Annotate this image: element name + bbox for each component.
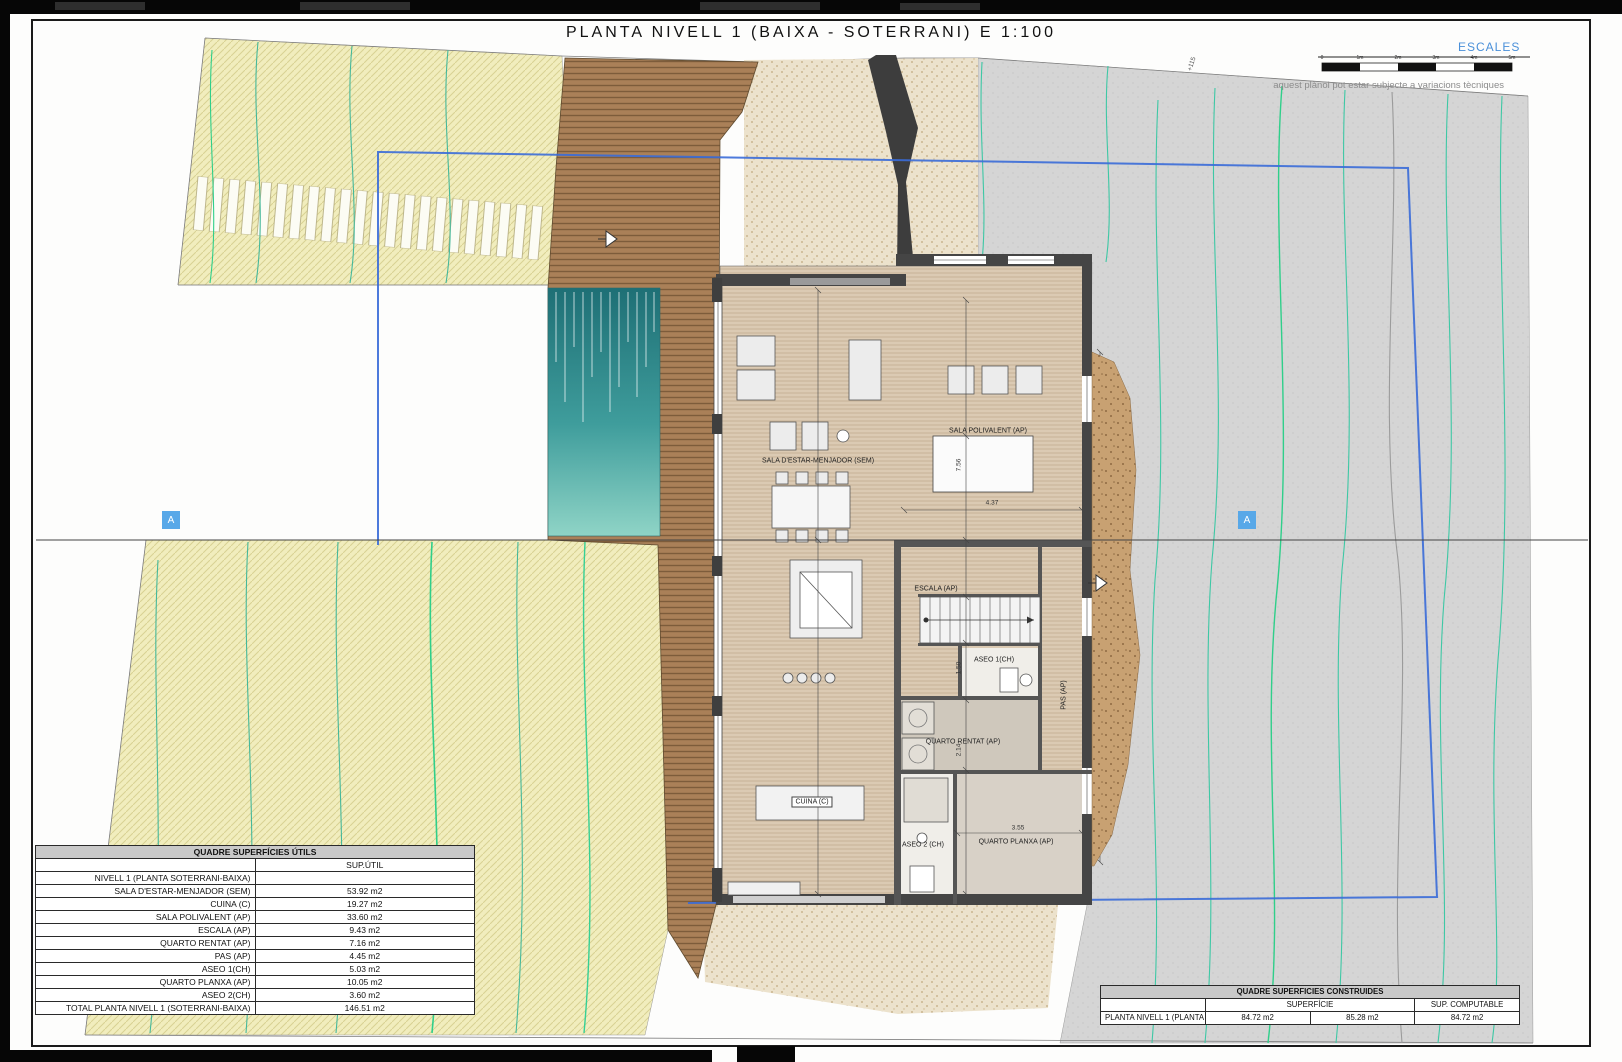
section-marker-a-right: A bbox=[1238, 511, 1256, 529]
scales-heading: ESCALES bbox=[1458, 40, 1520, 54]
swimming-pool bbox=[548, 288, 660, 536]
room-label-cuina: CUINA (C) bbox=[791, 797, 832, 808]
dimension-text: 7.56 bbox=[956, 459, 963, 472]
dimension-text: 3.55 bbox=[1012, 825, 1025, 832]
built-areas-table: QUADRE SUPERFICIES CONSTRUIDES SUPERFÍCI… bbox=[1100, 985, 1520, 1025]
table-title: QUADRE SUPERFICIES CONSTRUIDES bbox=[1101, 986, 1520, 999]
column-header: SUPERFÍCIE bbox=[1205, 999, 1415, 1012]
room-label-sala-polivalent: SALA POLIVALENT (AP) bbox=[949, 428, 1027, 435]
room-label-aseo1: ASEO 1(CH) bbox=[974, 657, 1014, 664]
room-label-aseo2: ASEO 2 (CH) bbox=[902, 842, 944, 849]
scale-tick: 3m bbox=[1433, 55, 1440, 61]
scale-tick: 0 bbox=[1321, 55, 1324, 61]
building-floorplan bbox=[712, 254, 1103, 905]
scale-tick: 1m bbox=[1357, 55, 1364, 61]
column-header: SUP. COMPUTABLE bbox=[1415, 999, 1520, 1012]
table-row: SALA D'ESTAR-MENJADOR (SEM)53.92 m2 bbox=[36, 885, 475, 898]
table-row: ESCALA (AP)9.43 m2 bbox=[36, 924, 475, 937]
table-row: ASEO 1(CH)5.03 m2 bbox=[36, 963, 475, 976]
room-label-quarto-rentat: QUARTO RENTAT (AP) bbox=[926, 739, 1000, 746]
table-row: QUARTO RENTAT (AP)7.16 m2 bbox=[36, 937, 475, 950]
dimension-text: 4.37 bbox=[986, 500, 999, 507]
column-header: SUP.ÚTIL bbox=[255, 859, 475, 872]
empty-cell bbox=[1101, 999, 1206, 1012]
dimension-text: 2.14 bbox=[956, 744, 963, 757]
empty-cell bbox=[36, 859, 256, 872]
dimension-text: 1.50 bbox=[956, 662, 963, 675]
table-row: ASEO 2(CH)3.60 m2 bbox=[36, 989, 475, 1002]
disclaimer-note: aquest plànol pot estar subjecte a varia… bbox=[1228, 80, 1504, 91]
table-row: NIVELL 1 (PLANTA SOTERRANI-BAIXA) bbox=[36, 872, 475, 885]
table-row: QUARTO PLANXA (AP)10.05 m2 bbox=[36, 976, 475, 989]
section-marker-a-left: A bbox=[162, 511, 180, 529]
room-label-sala-estar: SALA D'ESTAR-MENJADOR (SEM) bbox=[762, 458, 874, 465]
room-label-quarto-planxa: QUARTO PLANXA (AP) bbox=[979, 839, 1054, 846]
scale-tick: 5m bbox=[1509, 55, 1516, 61]
useful-areas-table: QUADRE SUPERFÍCIES ÚTILS SUP.ÚTIL NIVELL… bbox=[35, 845, 475, 1015]
plan-sheet: PLANTA NIVELL 1 (BAIXA - SOTERRANI) E 1:… bbox=[0, 0, 1622, 1062]
scale-tick: 4m bbox=[1471, 55, 1478, 61]
table-row: PAS (AP)4.45 m2 bbox=[36, 950, 475, 963]
table-row: PLANTA NIVELL 1 (PLANTA BAIXA-SOTERRANI)… bbox=[1101, 1012, 1520, 1025]
table-row-total: TOTAL PLANTA NIVELL 1 (SOTERRANI-BAIXA)1… bbox=[36, 1002, 475, 1015]
table-row: SALA POLIVALENT (AP)33.60 m2 bbox=[36, 911, 475, 924]
table-row: CUINA (C)19.27 m2 bbox=[36, 898, 475, 911]
scale-tick: 2m bbox=[1395, 55, 1402, 61]
staircase bbox=[920, 597, 1040, 643]
table-title: QUADRE SUPERFÍCIES ÚTILS bbox=[36, 846, 475, 859]
sheet-title: PLANTA NIVELL 1 (BAIXA - SOTERRANI) E 1:… bbox=[32, 24, 1590, 42]
room-label-pas: PAS (AP) bbox=[1061, 680, 1068, 709]
room-label-escala: ESCALA (AP) bbox=[914, 586, 957, 593]
